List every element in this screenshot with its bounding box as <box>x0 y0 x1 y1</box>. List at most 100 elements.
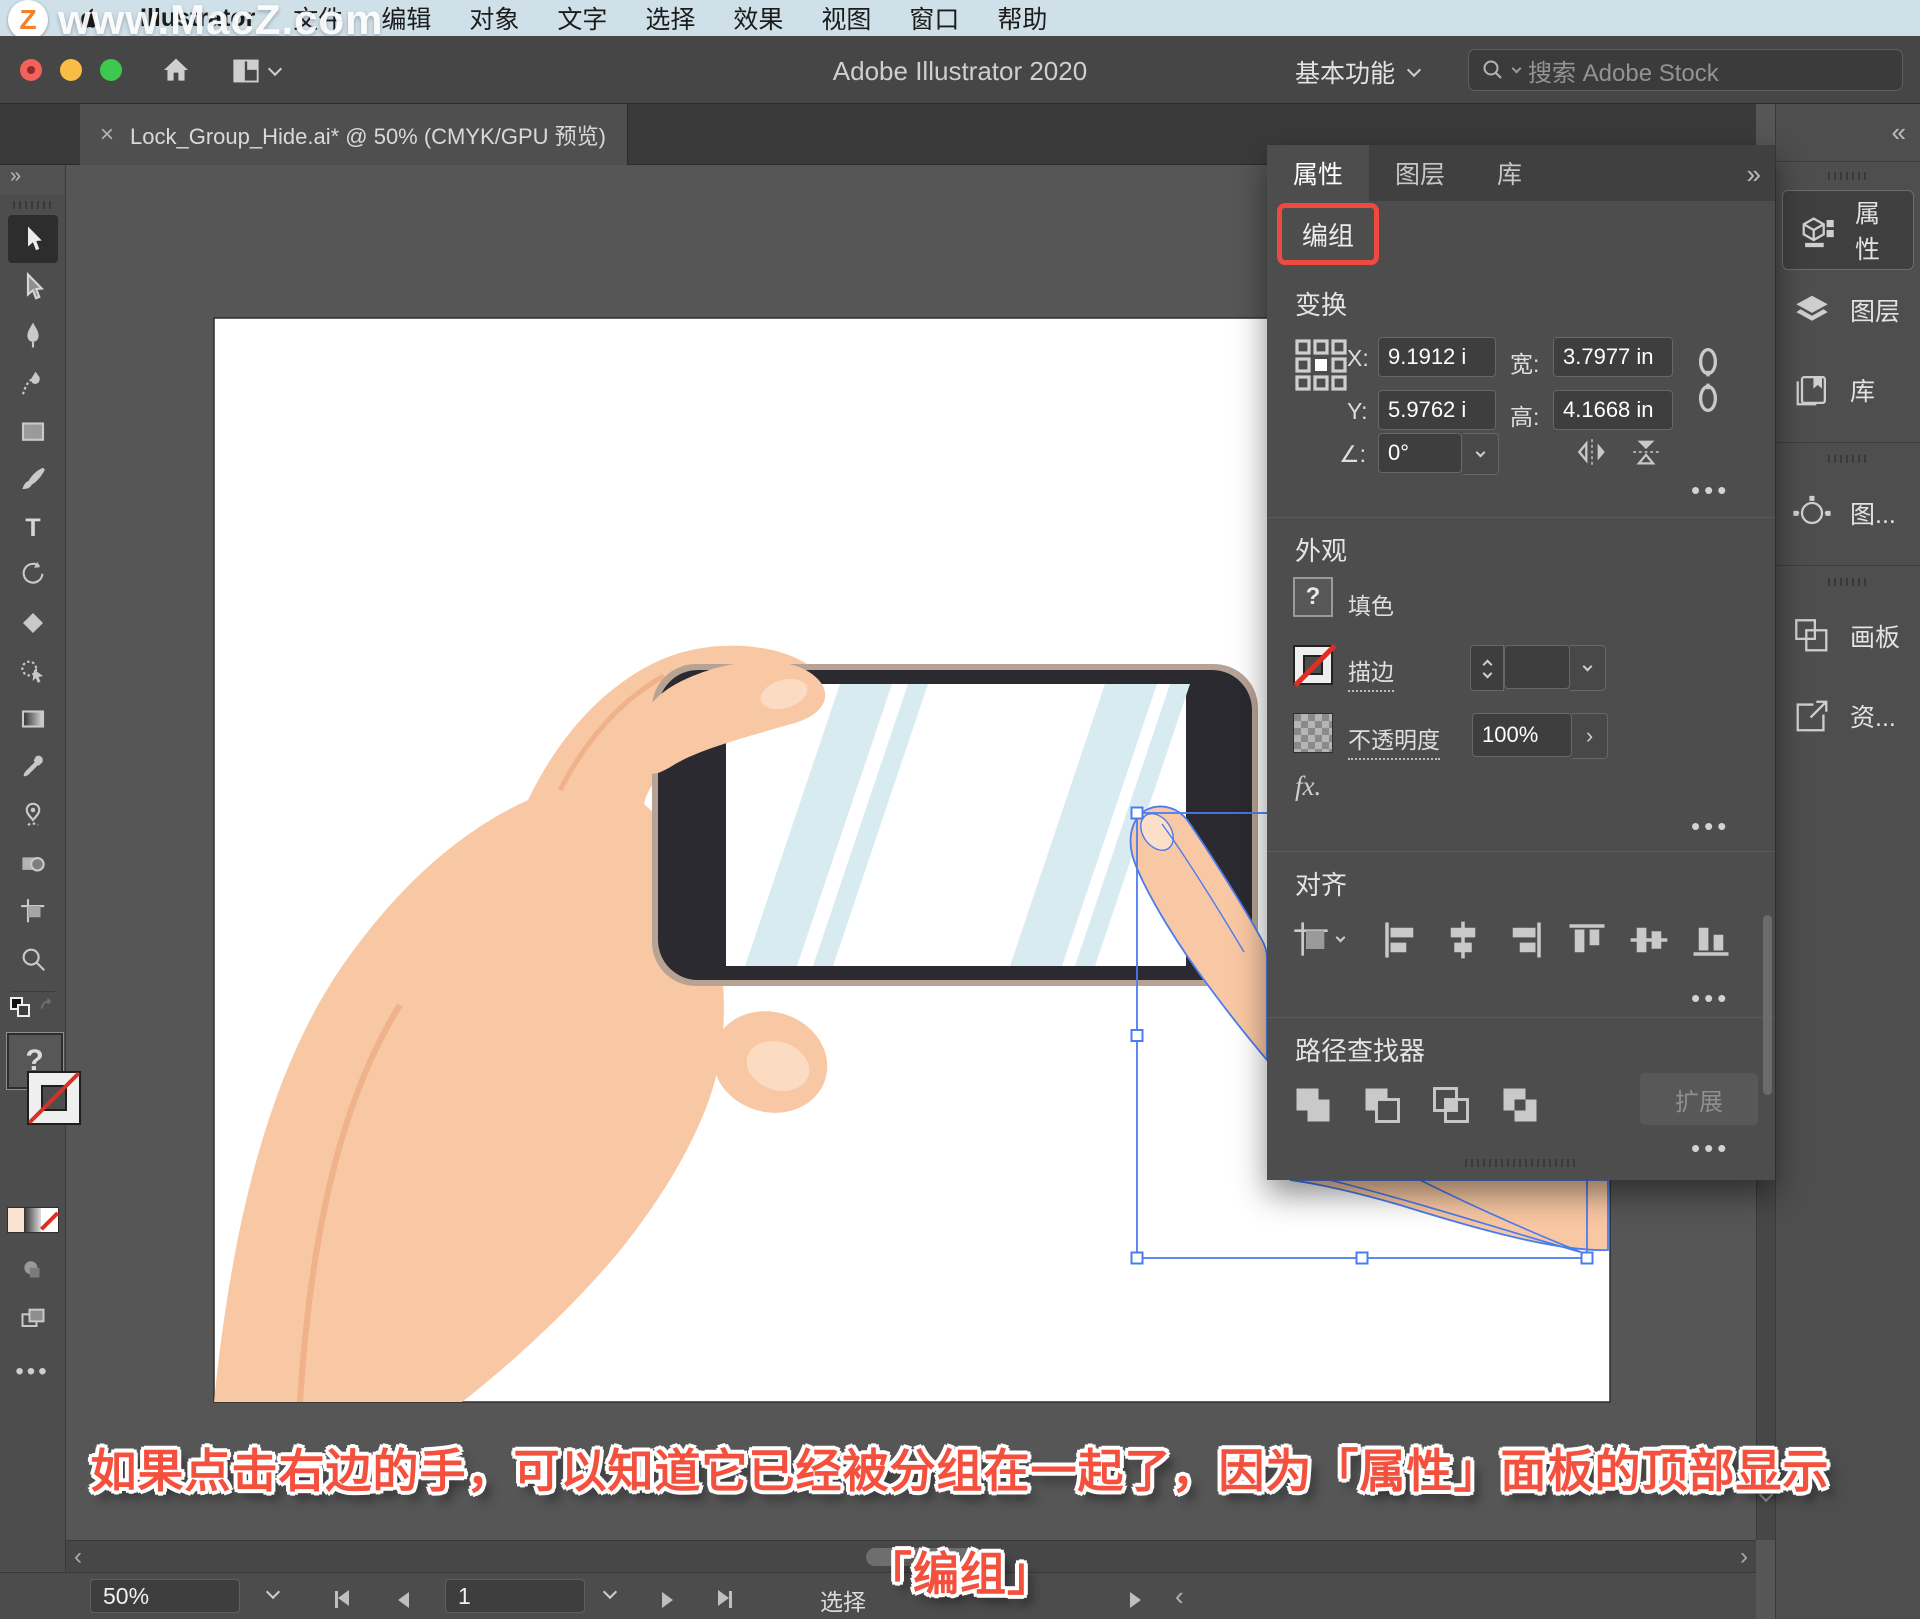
menu-item-object[interactable]: 对象 <box>469 0 519 36</box>
pathfinder-minus-front-icon[interactable] <box>1356 1079 1408 1131</box>
align-top-icon[interactable] <box>1566 919 1608 966</box>
fill-label[interactable]: 填色 <box>1348 587 1394 621</box>
paintbrush-tool[interactable] <box>8 455 58 503</box>
eyedropper-tool[interactable] <box>8 743 58 791</box>
pathfinder-intersect-icon[interactable] <box>1425 1079 1477 1131</box>
toolbar-more-icon[interactable]: ••• <box>15 1360 49 1384</box>
dock-item-shape-properties[interactable]: 图... <box>1776 473 1920 553</box>
transform-more-icon[interactable]: ••• <box>1691 475 1730 506</box>
shape-builder-tool[interactable] <box>8 839 58 887</box>
default-fill-stroke-icon[interactable] <box>9 996 31 1023</box>
color-controls[interactable] <box>6 1207 59 1233</box>
stroke-weight-input[interactable] <box>1504 645 1570 689</box>
curvature-tool[interactable] <box>8 359 58 407</box>
align-center-vertical-icon[interactable] <box>1628 919 1670 966</box>
flip-vertical-icon[interactable] <box>1629 435 1663 474</box>
width-input[interactable]: 3.7977 in <box>1553 337 1673 377</box>
close-tab-icon[interactable]: × <box>100 121 114 149</box>
swap-fill-stroke-icon[interactable] <box>37 997 57 1022</box>
type-tool[interactable]: T <box>8 503 58 551</box>
opacity-label[interactable]: 不透明度 <box>1348 721 1440 760</box>
draw-mode-icon[interactable] <box>8 1247 58 1295</box>
tab-libraries[interactable]: 库 <box>1471 145 1548 201</box>
opacity-swatch[interactable] <box>1293 713 1333 753</box>
stroke-label[interactable]: 描边 <box>1348 653 1394 692</box>
stroke-weight-dropdown[interactable] <box>1570 645 1606 691</box>
dock-item-layers[interactable]: 图层 <box>1776 270 1920 350</box>
color-button[interactable] <box>7 1208 25 1232</box>
none-button[interactable] <box>40 1208 58 1232</box>
rotate-tool[interactable] <box>8 551 58 599</box>
height-input[interactable]: 4.1668 in <box>1553 390 1673 430</box>
flip-horizontal-icon[interactable] <box>1575 435 1609 474</box>
stroke-swatch[interactable] <box>26 1071 81 1125</box>
menu-item-select[interactable]: 选择 <box>645 0 695 36</box>
fill-stroke-swatches[interactable]: ? <box>3 1027 81 1197</box>
dock-grip[interactable] <box>1828 455 1868 463</box>
dock-grip[interactable] <box>1828 172 1868 180</box>
align-more-icon[interactable]: ••• <box>1691 983 1730 1014</box>
menu-item-illustrator[interactable]: Illustrator <box>140 4 255 33</box>
dock-item-artboards[interactable]: 画板 <box>1776 596 1920 676</box>
pathfinder-exclude-icon[interactable] <box>1494 1079 1546 1131</box>
artboard-tool[interactable] <box>8 887 58 935</box>
fx-button[interactable]: fx. <box>1295 771 1321 802</box>
panel-menu-icon[interactable]: » <box>1747 159 1761 190</box>
tab-properties[interactable]: 属性 <box>1267 145 1370 201</box>
tools-grip[interactable] <box>12 201 53 209</box>
y-input[interactable]: 5.9762 i <box>1378 390 1496 430</box>
shaper-tool[interactable] <box>8 647 58 695</box>
selection-tool[interactable] <box>7 215 58 263</box>
pathfinder-more-icon[interactable]: ••• <box>1691 1133 1730 1164</box>
panel-scroll-thumb[interactable] <box>1763 915 1772 1095</box>
dock-grip[interactable] <box>1828 578 1868 586</box>
screen-mode-icon[interactable] <box>8 1295 58 1343</box>
dock-collapse-button[interactable]: « <box>1776 104 1920 162</box>
angle-dropdown[interactable] <box>1463 433 1499 475</box>
eraser-tool[interactable] <box>8 599 58 647</box>
pen-tool[interactable] <box>8 311 58 359</box>
menu-item-help[interactable]: 帮助 <box>997 0 1047 36</box>
puppet-warp-tool[interactable] <box>8 791 58 839</box>
dock-item-properties[interactable]: 属性 <box>1782 190 1914 270</box>
stroke-color-swatch[interactable] <box>1293 645 1333 685</box>
pathfinder-unite-icon[interactable] <box>1287 1079 1339 1131</box>
menu-item-type[interactable]: 文字 <box>557 0 607 36</box>
reference-point-icon[interactable] <box>1293 337 1349 398</box>
selection-type-label: 编组 <box>1301 220 1354 251</box>
menu-item-window[interactable]: 窗口 <box>909 0 959 36</box>
document-tab[interactable]: × Lock_Group_Hide.ai* @ 50% (CMYK/GPU 预览… <box>80 104 628 165</box>
direct-selection-tool[interactable] <box>8 263 58 311</box>
zoom-tool[interactable] <box>8 935 58 983</box>
dock-item-asset-export[interactable]: 资... <box>1776 676 1920 756</box>
align-bottom-icon[interactable] <box>1690 919 1732 966</box>
menu-item-effect[interactable]: 效果 <box>733 0 783 36</box>
link-dimensions-icon[interactable] <box>1695 345 1721 420</box>
stock-search-input[interactable]: 搜索 Adobe Stock <box>1468 49 1903 91</box>
tab-layers[interactable]: 图层 <box>1369 145 1471 201</box>
align-center-horizontal-icon[interactable] <box>1442 919 1484 966</box>
gradient-button[interactable] <box>24 1208 41 1232</box>
opacity-options-button[interactable]: › <box>1572 713 1608 759</box>
x-input[interactable]: 9.1912 i <box>1378 337 1496 377</box>
workspace-switcher[interactable]: 基本功能 <box>1295 54 1422 90</box>
tools-panel: » T ? ••• <box>0 165 81 1572</box>
appearance-more-icon[interactable]: ••• <box>1691 811 1730 842</box>
opacity-input[interactable]: 100% <box>1472 713 1572 757</box>
expand-button[interactable]: 扩展 <box>1640 1073 1758 1125</box>
apple-icon[interactable] <box>78 4 102 32</box>
fill-color-swatch[interactable]: ? <box>1293 577 1333 617</box>
dock-item-libraries[interactable]: 库 <box>1776 350 1920 430</box>
align-to-dropdown[interactable] <box>1291 917 1346 961</box>
panel-resize-grip[interactable] <box>1465 1159 1577 1167</box>
menu-item-file[interactable]: 文件 <box>293 0 343 36</box>
tools-expand-button[interactable]: » <box>0 165 65 195</box>
menu-item-view[interactable]: 视图 <box>821 0 871 36</box>
rectangle-tool[interactable] <box>8 407 58 455</box>
stroke-weight-stepper[interactable] <box>1470 645 1504 691</box>
gradient-tool[interactable] <box>8 695 58 743</box>
align-left-icon[interactable] <box>1380 919 1422 966</box>
angle-input[interactable]: 0° <box>1378 433 1462 473</box>
menu-item-edit[interactable]: 编辑 <box>381 0 431 36</box>
align-right-icon[interactable] <box>1504 919 1546 966</box>
